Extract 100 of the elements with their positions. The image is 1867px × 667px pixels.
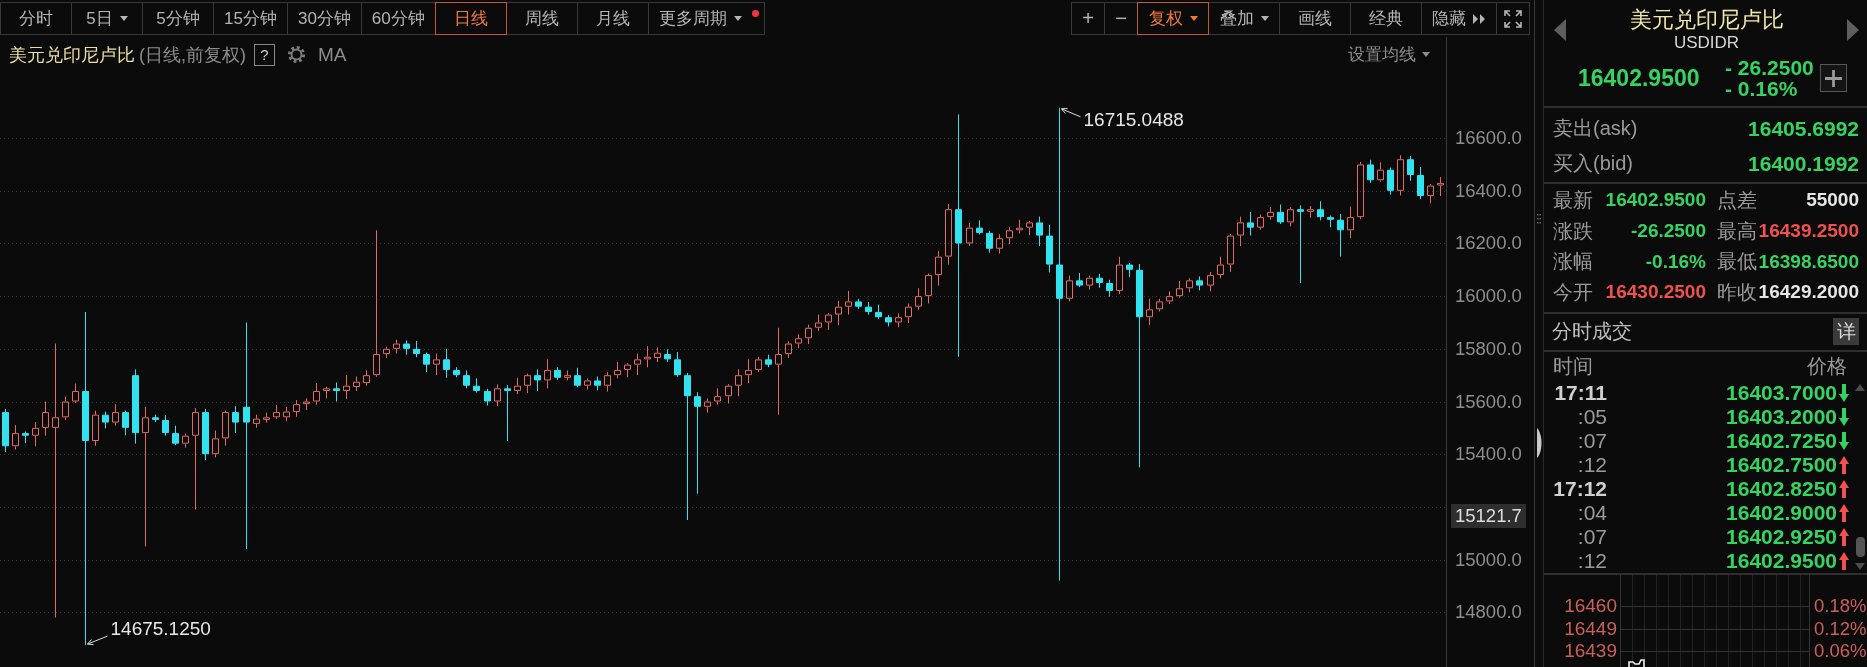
rising-candle [845,290,852,316]
caret-icon [119,16,128,21]
scroll-down-icon[interactable] [1855,562,1865,570]
add-button[interactable] [1820,64,1847,92]
falling-candle [504,384,511,442]
caret-icon [733,16,742,21]
falling-candle [232,405,239,434]
rising-candle [323,386,330,399]
ma-settings-button[interactable]: 设置均线 [1348,43,1430,66]
rising-candle [925,273,932,304]
trade-price: 16402.9500 [1726,548,1837,573]
price-tick-label: 16400.0 [1455,179,1522,202]
rising-candle [564,369,571,381]
period-tab[interactable]: 15分钟 [213,2,288,35]
period-tab[interactable]: 60分钟 [360,2,436,35]
stat-value: 16429.2000 [1757,281,1859,304]
trade-price: 16402.7500 [1726,452,1837,477]
fullscreen-icon [1504,9,1522,28]
collapse-handle-icon[interactable] [1536,428,1542,458]
rising-candle [524,373,531,394]
toolbar-button[interactable]: 隐藏 [1421,2,1497,35]
dropdown-button[interactable]: 叠加 [1208,2,1280,35]
stat-label: 最低 [1716,249,1757,275]
falling-candle [202,408,209,461]
toolbar-button[interactable]: 画线 [1279,2,1351,35]
axis-price-label: 16449 [1563,617,1618,640]
previous-icon[interactable] [1554,19,1566,41]
toolbar-button[interactable]: 经典 [1350,2,1422,35]
detail-button[interactable]: 详 [1833,318,1859,346]
rising-candle [494,383,501,407]
period-tab[interactable]: 30分钟 [286,2,362,35]
rising-candle [805,324,812,345]
period-tab[interactable]: 周线 [505,2,578,35]
rising-candle [343,374,350,400]
falling-candle [473,377,480,394]
rising-candle [584,377,591,391]
falling-candle [333,382,340,402]
rising-candle [755,356,762,373]
rising-candle [363,369,370,387]
trade-time: :07 [1576,524,1607,549]
zoom-button[interactable]: + [1071,2,1105,35]
rising-candle [1267,206,1274,221]
rising-candle [12,424,19,450]
falling-candle [1317,200,1324,221]
settings-icon[interactable] [287,45,306,64]
falling-candle [664,348,671,363]
rising-candle [1427,183,1434,204]
axis-percent-label: 0.18% [1814,594,1867,618]
rising-candle [293,399,300,418]
zoom-button[interactable]: − [1104,2,1138,35]
falling-candle [1337,213,1344,258]
rising-candle [634,353,641,376]
period-tab[interactable]: 月线 [576,2,649,35]
rising-candle [544,358,551,389]
dropdown-button[interactable]: 复权 [1137,2,1209,35]
period-tab[interactable]: 更多周期 [647,2,765,35]
rising-candle [212,429,219,458]
rising-candle [1116,256,1123,295]
rising-candle [1146,298,1153,326]
stat-value: 16402.9500 [1604,189,1706,212]
period-tab[interactable]: 5日 [71,2,143,35]
rising-candle [1026,220,1033,236]
rising-candle [283,406,290,422]
rising-candle [1437,176,1444,197]
trade-time: :12 [1576,452,1607,477]
rising-candle [795,333,802,349]
rising-candle [1347,206,1354,239]
grip-icon[interactable] [1537,213,1541,225]
scroll-up-icon[interactable] [1855,383,1865,391]
falling-candle [885,314,892,327]
rising-candle [313,382,320,406]
falling-candle [594,376,601,391]
period-tab[interactable]: 分时 [0,2,72,35]
falling-candle [423,352,430,373]
help-button[interactable]: ? [254,43,275,66]
scrollbar-thumb[interactable] [1855,536,1865,557]
indicator-label[interactable]: MA [318,43,347,66]
rising-candle [604,371,611,392]
falling-candle [1106,279,1113,298]
stat-label: 最新 [1553,187,1594,213]
falling-candle [1126,262,1133,278]
stat-label: 最高 [1716,218,1757,244]
price-tick-label: 14800.0 [1455,601,1522,624]
stat-value: 16430.2500 [1604,281,1706,304]
rising-candle [835,300,842,326]
intraday-price-line [1628,658,1645,667]
falling-candle [1046,224,1053,273]
period-tab[interactable]: 5分钟 [142,2,214,35]
plus-icon [1825,69,1842,87]
stat-label: 涨幅 [1553,249,1594,275]
stat-value: 16439.2500 [1757,220,1859,243]
chart-subtitle: (日线,前复权) [139,43,246,67]
rising-candle [1016,219,1023,234]
falling-candle [122,409,129,436]
period-tab[interactable]: 日线 [434,2,507,35]
rising-candle [725,383,732,405]
fullscreen-button[interactable] [1496,2,1530,35]
next-icon[interactable] [1847,19,1859,41]
rising-candle [1086,275,1093,291]
trade-time: 17:12 [1553,476,1607,501]
